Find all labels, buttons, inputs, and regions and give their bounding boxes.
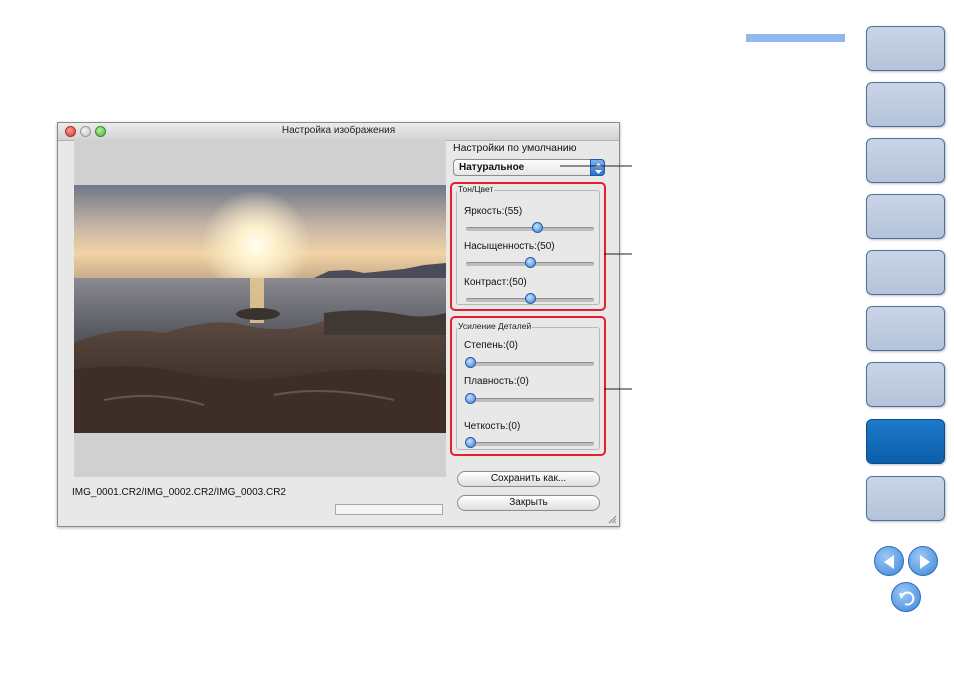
progress-bar [335,504,443,515]
settings-heading: Настройки по умолчанию [453,142,577,154]
nav-tab-2[interactable] [866,82,945,127]
tone-color-group: Тон/Цвет Яркость:(55) Насыщенность:(50) … [450,182,606,311]
select-arrows-icon [590,159,605,176]
sharpness-label: Четкость:(0) [464,421,521,432]
nav-tab-9[interactable] [866,476,945,521]
close-button[interactable]: Закрыть [457,495,600,511]
next-page-icon[interactable] [908,546,938,576]
smoothness-track[interactable] [466,398,594,402]
image-preview [74,140,446,477]
file-names: IMG_0001.CR2/IMG_0002.CR2/IMG_0003.CR2 [72,487,286,498]
image-settings-window: Настройка изображения IMG_0001.CR2/IMG_0… [57,122,620,527]
nav-tab-7[interactable] [866,362,945,407]
brightness-thumb[interactable] [532,222,543,233]
brightness-track[interactable] [466,227,594,231]
nav-tab-3[interactable] [866,138,945,183]
strength-label: Степень:(0) [464,340,518,351]
title-bar[interactable]: Настройка изображения [58,123,619,141]
resize-grip-icon[interactable] [608,515,617,524]
smoothness-thumb[interactable] [465,393,476,404]
contrast-label: Контраст:(50) [464,277,527,288]
contrast-thumb[interactable] [525,293,536,304]
nav-tab-5[interactable] [866,250,945,295]
sharpness-track[interactable] [466,442,594,446]
smoothness-label: Плавность:(0) [464,376,529,387]
strength-thumb[interactable] [465,357,476,368]
saturation-thumb[interactable] [525,257,536,268]
nav-tab-8-active[interactable] [866,419,945,464]
detail-title: Усиление Деталей [457,321,533,331]
nav-tab-4[interactable] [866,194,945,239]
save-as-button[interactable]: Сохранить как... [457,471,600,487]
sharpness-thumb[interactable] [465,437,476,448]
saturation-label: Насыщенность:(50) [464,241,555,252]
return-icon[interactable] [891,582,921,612]
detail-group: Усиление Деталей Степень:(0) Плавность:(… [450,316,606,456]
prev-page-icon[interactable] [874,546,904,576]
strength-track[interactable] [466,362,594,366]
nav-tab-1[interactable] [866,26,945,71]
tone-color-title: Тон/Цвет [457,184,495,194]
preview-photo [74,185,446,433]
nav-tab-6[interactable] [866,306,945,351]
picture-style-select[interactable]: Натуральное [453,159,605,176]
accent-bar [746,34,845,42]
window-title: Настройка изображения [281,125,396,136]
picture-style-value: Натуральное [459,162,525,173]
brightness-label: Яркость:(55) [464,206,523,217]
